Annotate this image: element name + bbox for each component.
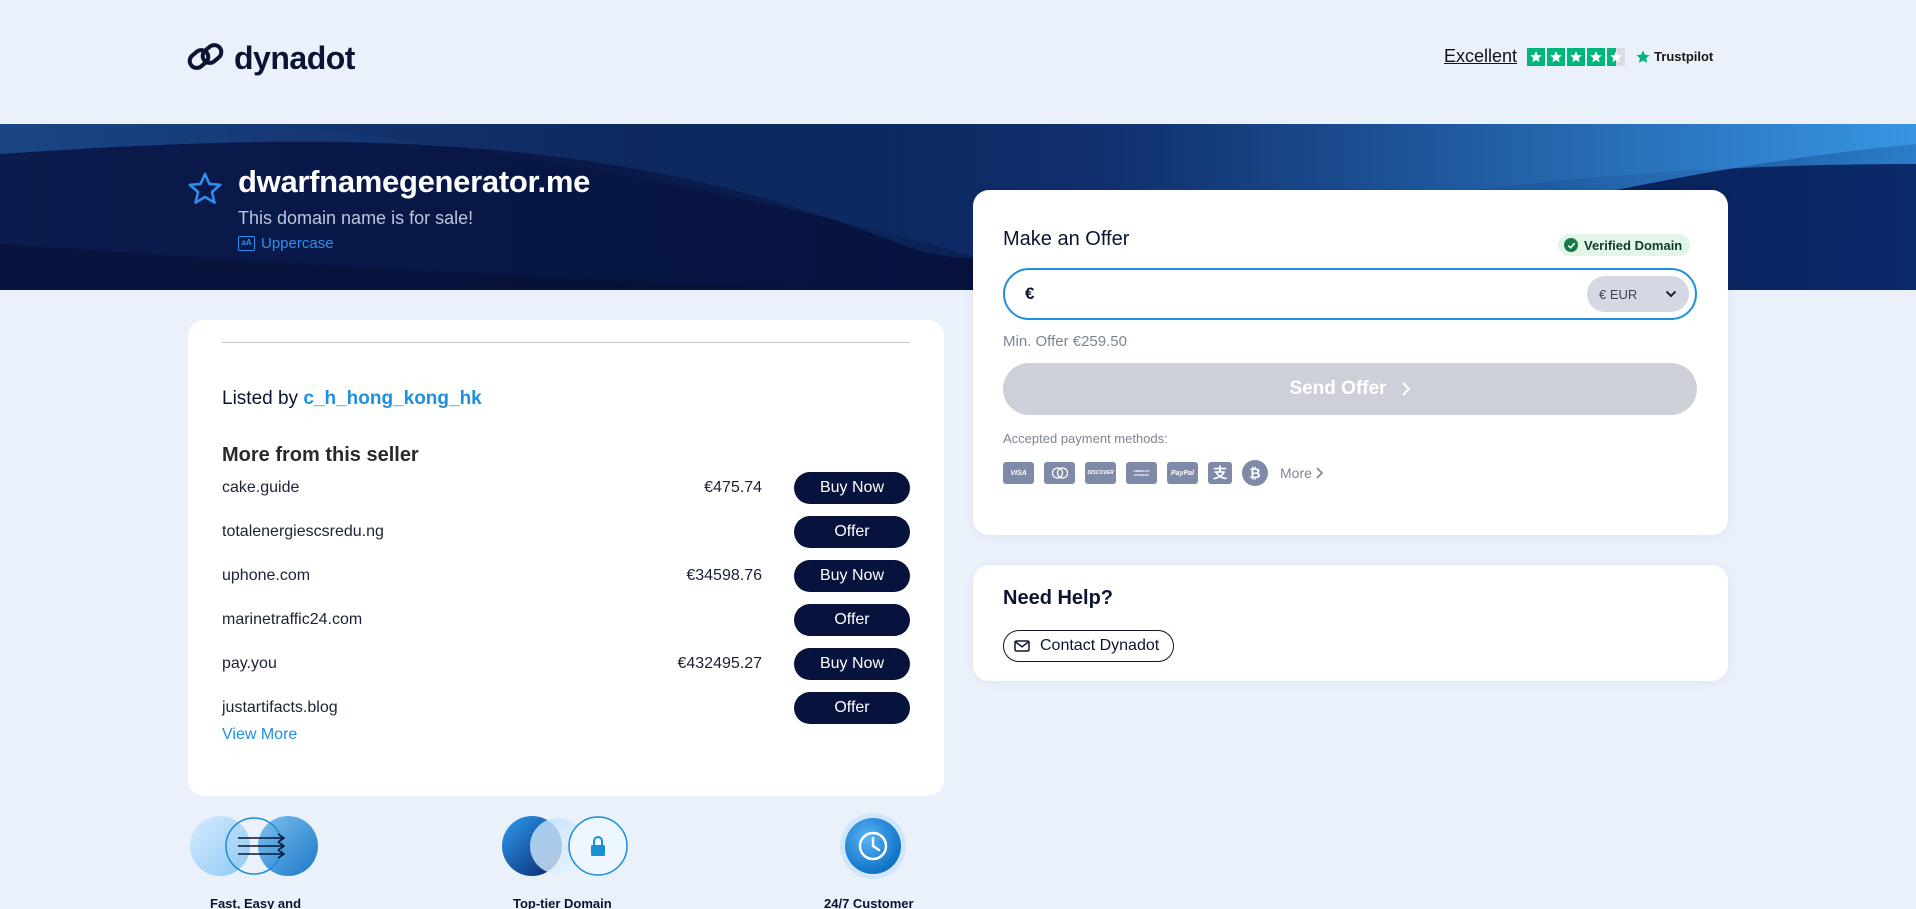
- brand-name: dynadot: [234, 39, 355, 76]
- dynadot-logo[interactable]: dynadot: [186, 38, 355, 78]
- seller-domain-row: pay.you €432495.27 Buy Now: [222, 642, 910, 686]
- listed-by-prefix: Listed by: [222, 388, 304, 409]
- seller-domain-row: marinetraffic24.com Offer: [222, 598, 910, 642]
- feature-label: Top-tier Domain: [513, 896, 612, 909]
- seller-domain-price: €432495.27: [677, 655, 762, 672]
- bitcoin-icon: ₿: [1242, 460, 1268, 486]
- view-more-link[interactable]: View More: [222, 726, 297, 744]
- offer-amount-field[interactable]: € € EUR: [1003, 268, 1697, 320]
- uppercase-toggle[interactable]: aA Uppercase: [238, 235, 590, 252]
- seller-domain-name[interactable]: uphone.com: [222, 567, 686, 585]
- favorite-star-icon[interactable]: [186, 170, 224, 208]
- half-star-icon: [1607, 47, 1626, 66]
- trustpilot-brand: Trustpilot: [1635, 49, 1713, 65]
- uppercase-label: Uppercase: [261, 235, 334, 252]
- currency-select-value: € EUR: [1599, 286, 1638, 302]
- seller-domain-price: €34598.76: [686, 567, 762, 584]
- seller-domain-row: justartifacts.blog Offer: [222, 686, 910, 730]
- trustpilot-stars: [1527, 47, 1626, 66]
- seller-username-link[interactable]: c_h_hong_kong_hk: [303, 388, 481, 409]
- seller-domain-name[interactable]: marinetraffic24.com: [222, 611, 762, 629]
- send-offer-label: Send Offer: [1289, 378, 1387, 399]
- discover-icon: DISCOVER: [1085, 462, 1116, 484]
- buy-now-button[interactable]: Buy Now: [794, 560, 910, 592]
- dynadot-logo-icon: [187, 43, 224, 70]
- listed-by: Listed by c_h_hong_kong_hk: [222, 388, 482, 410]
- check-circle-icon: [1564, 238, 1578, 252]
- more-from-seller-heading: More from this seller: [222, 444, 419, 466]
- chevron-right-icon: [1401, 382, 1410, 396]
- trustpilot-star-icon: [1636, 49, 1650, 63]
- star-icon: [1527, 47, 1546, 66]
- amex-icon: AMERICAN EXPRESS: [1126, 462, 1157, 484]
- mail-icon: [1014, 640, 1030, 652]
- feature-fast-easy: Fast, Easy and: [188, 812, 328, 909]
- feature-label: 24/7 Customer: [824, 896, 914, 909]
- divider: [222, 342, 910, 343]
- offer-button[interactable]: Offer: [794, 692, 910, 724]
- domain-header: dwarfnamegenerator.me This domain name i…: [186, 164, 590, 252]
- contact-dynadot-label: Contact Dynadot: [1040, 637, 1160, 654]
- feature-customer-support: 24/7 Customer: [824, 812, 914, 909]
- make-offer-title: Make an Offer: [1003, 228, 1130, 250]
- seller-domain-row: uphone.com €34598.76 Buy Now: [222, 554, 910, 598]
- verified-domain-badge: Verified Domain: [1558, 234, 1691, 256]
- seller-domain-name[interactable]: pay.you: [222, 655, 677, 673]
- buy-now-button[interactable]: Buy Now: [794, 648, 910, 680]
- seller-domain-row: cake.guide €475.74 Buy Now: [222, 466, 910, 510]
- need-help-title: Need Help?: [1003, 587, 1114, 609]
- star-icon: [1587, 47, 1606, 66]
- currency-symbol: €: [1025, 284, 1035, 303]
- trustpilot-brand-text: Trustpilot: [1654, 49, 1714, 64]
- star-icon: [1567, 47, 1586, 66]
- verified-domain-label: Verified Domain: [1584, 237, 1683, 253]
- seller-card: Listed by c_h_hong_kong_hk More from thi…: [188, 320, 944, 796]
- lock-icon: [502, 816, 628, 876]
- offer-button[interactable]: Offer: [794, 604, 910, 636]
- transfer-arrows-icon: [190, 816, 318, 876]
- trustpilot-widget[interactable]: Excellent Trustpilot: [1444, 46, 1713, 67]
- clock-icon: [840, 813, 906, 879]
- chevron-down-icon: [1665, 290, 1677, 298]
- feature-label: Fast, Easy and: [210, 896, 302, 909]
- star-icon: [1547, 47, 1566, 66]
- offer-amount-input[interactable]: [1040, 284, 1587, 304]
- domain-name-title: dwarfnamegenerator.me: [238, 164, 591, 199]
- more-payment-label: More: [1280, 465, 1312, 481]
- top-header: dynadot Excellent Trustpilot: [0, 0, 1916, 124]
- seller-domain-name[interactable]: cake.guide: [222, 479, 704, 497]
- text-case-icon: aA: [238, 236, 255, 251]
- mastercard-icon: [1044, 462, 1075, 484]
- seller-domain-name[interactable]: justartifacts.blog: [222, 699, 762, 717]
- buy-now-button[interactable]: Buy Now: [794, 472, 910, 504]
- seller-domain-row: totalenergiescsredu.ng Offer: [222, 510, 910, 554]
- offer-button[interactable]: Offer: [794, 516, 910, 548]
- need-help-card: Need Help? Contact Dynadot: [973, 565, 1728, 681]
- more-payment-methods-link[interactable]: More: [1280, 465, 1323, 481]
- chevron-right-icon: [1316, 467, 1323, 479]
- paypal-icon: PayPal: [1167, 462, 1198, 484]
- seller-domain-price: €475.74: [704, 479, 762, 496]
- payment-methods-list: VISA DISCOVER AMERICAN EXPRESS PayPal 支 …: [1003, 460, 1323, 486]
- min-offer-text: Min. Offer €259.50: [1003, 333, 1127, 350]
- currency-select[interactable]: € EUR: [1587, 276, 1689, 312]
- send-offer-button[interactable]: Send Offer: [1003, 363, 1697, 415]
- contact-dynadot-button[interactable]: Contact Dynadot: [1003, 630, 1175, 662]
- domain-for-sale-subtitle: This domain name is for sale!: [238, 208, 474, 228]
- payment-methods-label: Accepted payment methods:: [1003, 431, 1168, 446]
- visa-icon: VISA: [1003, 462, 1034, 484]
- trustpilot-rating-label[interactable]: Excellent: [1444, 46, 1517, 67]
- alipay-icon: 支: [1208, 462, 1232, 484]
- feature-top-tier: Top-tier Domain: [498, 812, 638, 909]
- make-offer-card: Make an Offer Verified Domain € € EUR Mi…: [973, 190, 1728, 535]
- seller-domain-name[interactable]: totalenergiescsredu.ng: [222, 523, 762, 541]
